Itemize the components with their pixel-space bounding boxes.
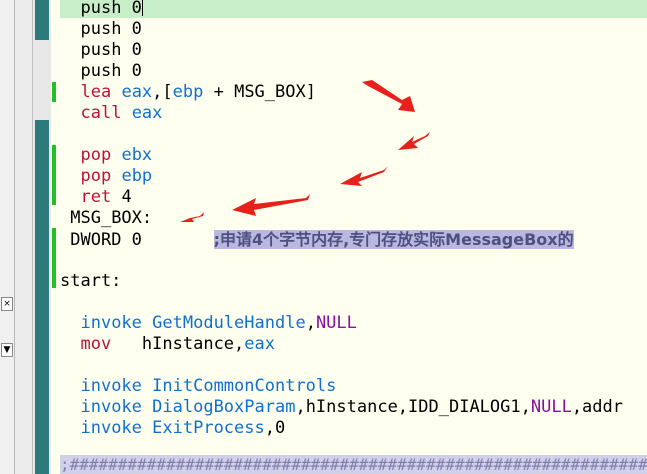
annotation-arrows bbox=[180, 80, 430, 222]
red-arrow-icon bbox=[180, 212, 204, 222]
red-arrow-icon bbox=[398, 132, 430, 150]
red-arrow-icon bbox=[362, 80, 415, 112]
red-arrow-icon bbox=[340, 166, 388, 186]
red-arrow-icon bbox=[232, 194, 310, 216]
